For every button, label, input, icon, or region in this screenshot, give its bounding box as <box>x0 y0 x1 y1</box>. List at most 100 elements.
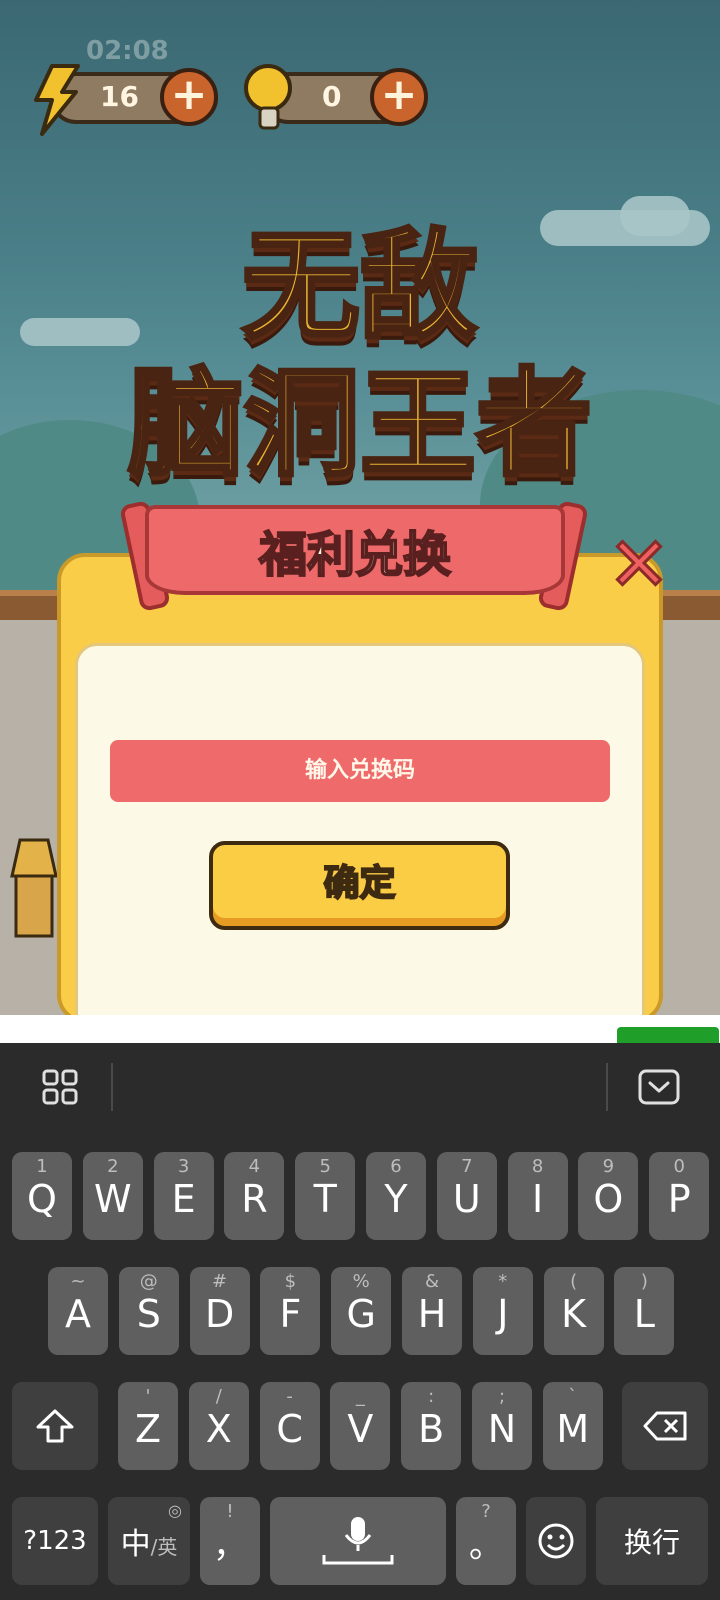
backspace-icon <box>622 1382 708 1470</box>
key-v[interactable]: _ V <box>330 1382 391 1470</box>
side-character <box>10 838 58 938</box>
key-hint: 5 <box>319 1156 331 1177</box>
hide-keyboard-icon[interactable] <box>638 1069 680 1105</box>
key-hint: % <box>352 1271 370 1292</box>
key-h[interactable]: & H <box>402 1267 462 1355</box>
redeem-code-input[interactable]: 输入兑换码 <box>110 740 610 802</box>
key-u[interactable]: 7U <box>436 1152 497 1240</box>
key-b[interactable]: :B <box>401 1382 462 1470</box>
key-w[interactable]: 2W <box>82 1152 143 1240</box>
language-main: 中 <box>120 1527 151 1562</box>
key-hint: @ <box>139 1271 158 1292</box>
dialog-title: 福利兑换 <box>258 526 452 584</box>
key-label: B <box>418 1407 445 1451</box>
dialog-body <box>75 643 645 1015</box>
game-screen: 02:08 16 + 0 + 无敌 脑洞王者 福利兑换 ✕ 输入兑换码 确定 <box>0 0 720 1015</box>
key-label: S <box>136 1292 161 1336</box>
numbers-key-label: ?123 <box>23 1526 87 1556</box>
key-hint: ( <box>570 1271 578 1292</box>
key-hint: / <box>215 1386 222 1407</box>
emoji-key[interactable] <box>526 1497 586 1585</box>
key-r[interactable]: 4R <box>224 1152 285 1240</box>
hint-value: 0 <box>322 80 342 113</box>
key-label: H <box>417 1292 447 1336</box>
grid-menu-icon[interactable] <box>42 1069 78 1105</box>
backspace-key[interactable] <box>622 1382 708 1470</box>
key-e[interactable]: 3E <box>153 1152 214 1240</box>
key-m[interactable]: ` M <box>542 1382 603 1470</box>
key-l[interactable]: ) L <box>614 1267 675 1355</box>
key-hint: - <box>286 1386 293 1407</box>
add-hint-button[interactable]: + <box>370 68 428 126</box>
key-i[interactable]: 8I <box>507 1152 568 1240</box>
key-label: I <box>531 1177 544 1221</box>
shift-icon <box>12 1382 98 1470</box>
add-energy-button[interactable]: + <box>160 68 218 126</box>
logo-line-2: 脑洞王者 <box>126 354 594 494</box>
key-label: M <box>556 1407 590 1451</box>
key-label: Z <box>134 1407 162 1451</box>
key-hint: 4 <box>248 1156 261 1177</box>
comma-key-hint: ! <box>226 1501 234 1522</box>
toolbar-divider <box>111 1063 113 1111</box>
shift-key[interactable] <box>12 1382 98 1470</box>
key-label: C <box>276 1407 303 1451</box>
space-key[interactable] <box>270 1497 446 1585</box>
key-s[interactable]: @ S <box>118 1267 179 1355</box>
clock: 02:08 <box>86 36 169 66</box>
key-label: V <box>347 1407 374 1451</box>
enter-key[interactable]: 换行 <box>596 1497 708 1585</box>
keyboard-toolbar <box>0 1043 720 1151</box>
key-f[interactable]: $ F <box>260 1267 321 1355</box>
key-x[interactable]: / X <box>188 1382 249 1470</box>
key-y[interactable]: 6Y <box>366 1152 426 1240</box>
divider-strip <box>0 1015 720 1043</box>
key-a[interactable]: ~ A <box>48 1267 108 1355</box>
key-hint: 7 <box>461 1156 473 1177</box>
comma-key-label: ， <box>213 1526 247 1566</box>
key-q[interactable]: 1Q <box>12 1152 72 1240</box>
soft-keyboard: 1Q2W3E4R5T6Y7U8I9O0P ~ A @ S # D $ F% G & H * J(K) L … <box>0 1043 720 1600</box>
key-label: N <box>487 1407 517 1451</box>
key-n[interactable]: ; N <box>472 1382 532 1470</box>
key-label: L <box>633 1292 655 1336</box>
lightbulb-icon <box>244 64 292 130</box>
key-hint: $ <box>284 1271 297 1292</box>
key-k[interactable]: (K <box>543 1267 604 1355</box>
comma-key[interactable]: ! ， <box>200 1497 260 1585</box>
numbers-key[interactable]: ?123 <box>12 1497 98 1585</box>
key-hint: 6 <box>390 1156 402 1177</box>
key-hint: 2 <box>107 1156 119 1177</box>
key-g[interactable]: % G <box>331 1267 392 1355</box>
key-label: E <box>171 1177 196 1221</box>
key-label: W <box>94 1177 132 1221</box>
key-hint: ) <box>640 1271 648 1292</box>
key-z[interactable]: ' Z <box>118 1382 178 1470</box>
cloud <box>620 196 690 236</box>
key-d[interactable]: # D <box>189 1267 250 1355</box>
key-hint: _ <box>355 1386 365 1407</box>
emoji-icon <box>526 1497 586 1585</box>
key-hint: 1 <box>36 1156 48 1177</box>
key-o[interactable]: 9O <box>578 1152 639 1240</box>
key-label: U <box>452 1177 481 1221</box>
green-indicator <box>617 1027 719 1043</box>
key-label: F <box>279 1292 302 1336</box>
language-key[interactable]: ◎ 中/英 <box>108 1497 190 1585</box>
microphone-icon <box>270 1497 446 1585</box>
key-hint: 8 <box>531 1156 544 1177</box>
key-hint: : <box>428 1386 435 1407</box>
period-key[interactable]: ? 。 <box>456 1497 516 1585</box>
confirm-button[interactable]: 确定 <box>209 841 510 930</box>
key-label: A <box>65 1292 91 1336</box>
key-label: G <box>346 1292 376 1336</box>
key-p[interactable]: 0P <box>649 1152 710 1240</box>
key-hint: # <box>212 1271 228 1292</box>
key-j[interactable]: * J <box>472 1267 533 1355</box>
lightning-icon <box>34 64 80 136</box>
key-c[interactable]: -C <box>259 1382 320 1470</box>
key-label: R <box>241 1177 268 1221</box>
close-icon[interactable]: ✕ <box>606 527 671 604</box>
key-t[interactable]: 5T <box>295 1152 356 1240</box>
key-hint: 3 <box>177 1156 190 1177</box>
